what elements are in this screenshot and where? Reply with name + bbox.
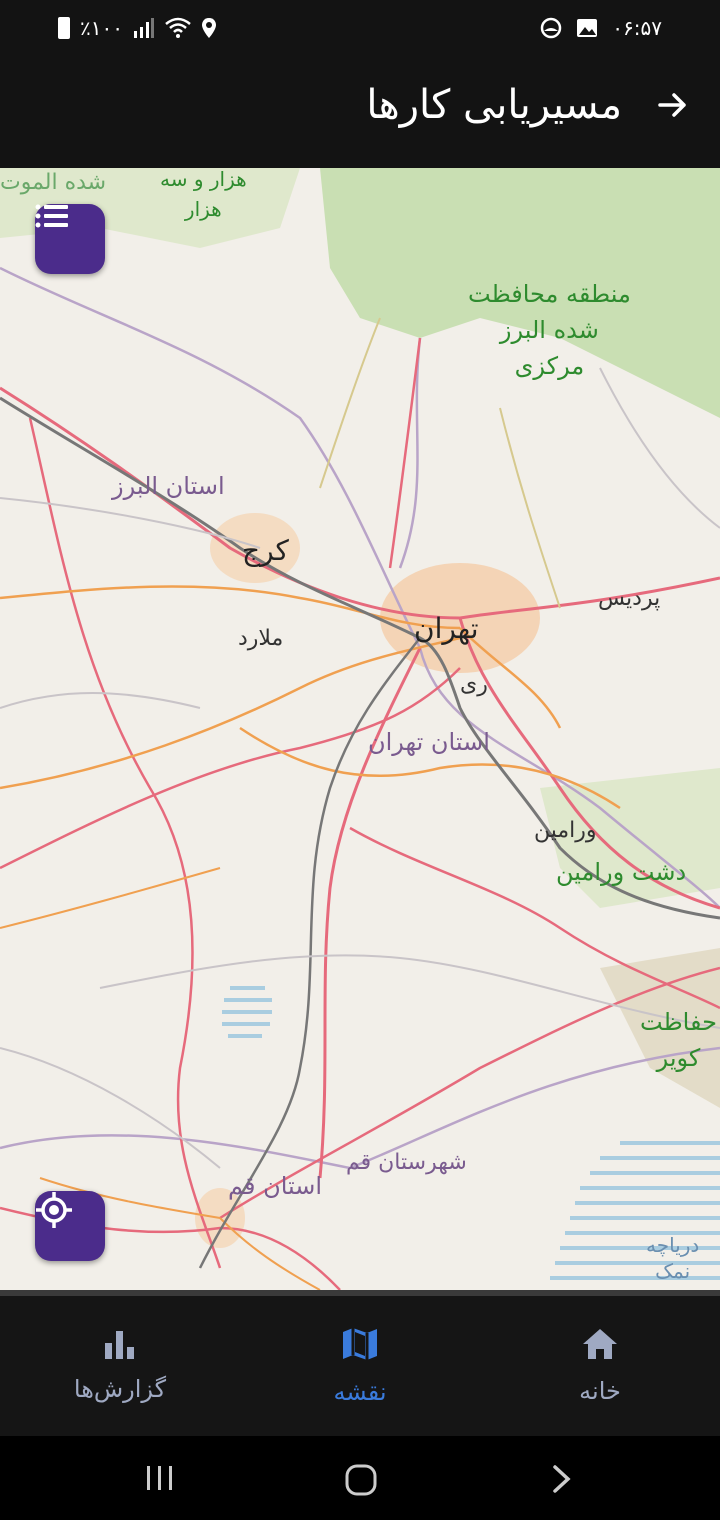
map-label-tehran: تهران [414, 612, 479, 645]
map-label-pardis: پردیس [598, 586, 661, 611]
map-label-kavir: حفاظت کویر [640, 1004, 717, 1076]
map-label-hezar: هزار و سه هزار [160, 168, 247, 224]
status-right: ۰۶:۵۷ [540, 16, 662, 40]
arrow-right-icon [658, 93, 686, 117]
recent-apps-button[interactable] [145, 1464, 175, 1496]
bar-chart-icon [105, 1331, 134, 1359]
map-label-hezar-line1: هزار و سه [160, 168, 247, 191]
map-label-qom-county: شهرستان قم [346, 1150, 467, 1175]
map-label-rey: ری [460, 672, 488, 697]
app-bar: مسیریابی کارها [0, 58, 720, 168]
map-label-qom-province: استان قم [228, 1172, 323, 1200]
app-notification-icon [541, 17, 562, 39]
nav-label-map: نقشه [333, 1378, 387, 1406]
nav-item-reports[interactable]: گزارش‌ها [0, 1296, 240, 1436]
battery-icon [58, 17, 70, 39]
map-label-protected-area-line2: شده البرز [499, 316, 599, 344]
home-circle-icon [345, 1464, 377, 1496]
map-label-karaj: کرج [242, 534, 289, 567]
nav-item-map[interactable]: نقشه [240, 1296, 480, 1436]
page-title: مسیریابی کارها [366, 82, 622, 128]
map-label-salt-lake-line2: نمک [655, 1259, 691, 1283]
map-label-protected-area-line3: مرکزی [514, 352, 585, 380]
my-location-button[interactable] [35, 1191, 105, 1261]
map-label-hezar-line2: هزار [184, 197, 222, 221]
nav-label-home: خانه [579, 1377, 621, 1405]
recent-apps-icon [147, 1466, 172, 1490]
map-label-alborz-province: استان البرز [112, 472, 225, 500]
map-label-varamin: ورامین [534, 818, 597, 843]
nav-item-home[interactable]: خانه [480, 1296, 720, 1436]
back-system-button[interactable] [552, 1464, 572, 1498]
map-view[interactable]: شده الموت هزار و سه هزار منطقه محافظت شد… [0, 168, 720, 1290]
map-label-protected-area-line1: منطقه محافظت [468, 280, 631, 308]
signal-icon [133, 18, 154, 38]
map-label-salt-lake: دریاچه نمک [646, 1232, 699, 1284]
small-lake [222, 986, 272, 1038]
home-system-button[interactable] [345, 1464, 377, 1500]
map-label-malard: ملارد [238, 626, 284, 651]
status-bar: ٪۱۰۰ ۰۶:۵۷ [0, 0, 720, 58]
layers-list-button[interactable] [35, 204, 105, 274]
wifi-icon [165, 17, 191, 38]
map-icon [343, 1328, 377, 1360]
bottom-navigation: گزارش‌ها نقشه خانه [0, 1290, 720, 1436]
map-label-tehran-province: استان تهران [368, 728, 490, 756]
nav-label-reports: گزارش‌ها [73, 1375, 167, 1403]
list-icon [35, 204, 68, 228]
map-label-salt-lake-line1: دریاچه [646, 1233, 700, 1257]
clock: ۰۶:۵۷ [612, 16, 662, 40]
status-left: ٪۱۰۰ [58, 16, 217, 40]
image-notification-icon [577, 19, 598, 37]
system-navigation-bar [0, 1436, 720, 1520]
crosshair-icon [36, 1192, 72, 1228]
back-button[interactable] [656, 88, 690, 131]
map-label-dasht-varamin: دشت ورامین [556, 858, 687, 886]
chevron-right-icon [553, 1465, 571, 1493]
map-label-kavir-line2: کویر [656, 1044, 701, 1072]
map-label-kavir-line1: حفاظت [640, 1008, 717, 1036]
map-label-protected-area: منطقه محافظت شده البرز مرکزی [468, 276, 631, 384]
home-icon [583, 1329, 617, 1359]
location-icon [201, 18, 216, 38]
battery-level: ٪۱۰۰ [80, 16, 123, 40]
map-label-top-left: شده الموت [0, 170, 107, 195]
